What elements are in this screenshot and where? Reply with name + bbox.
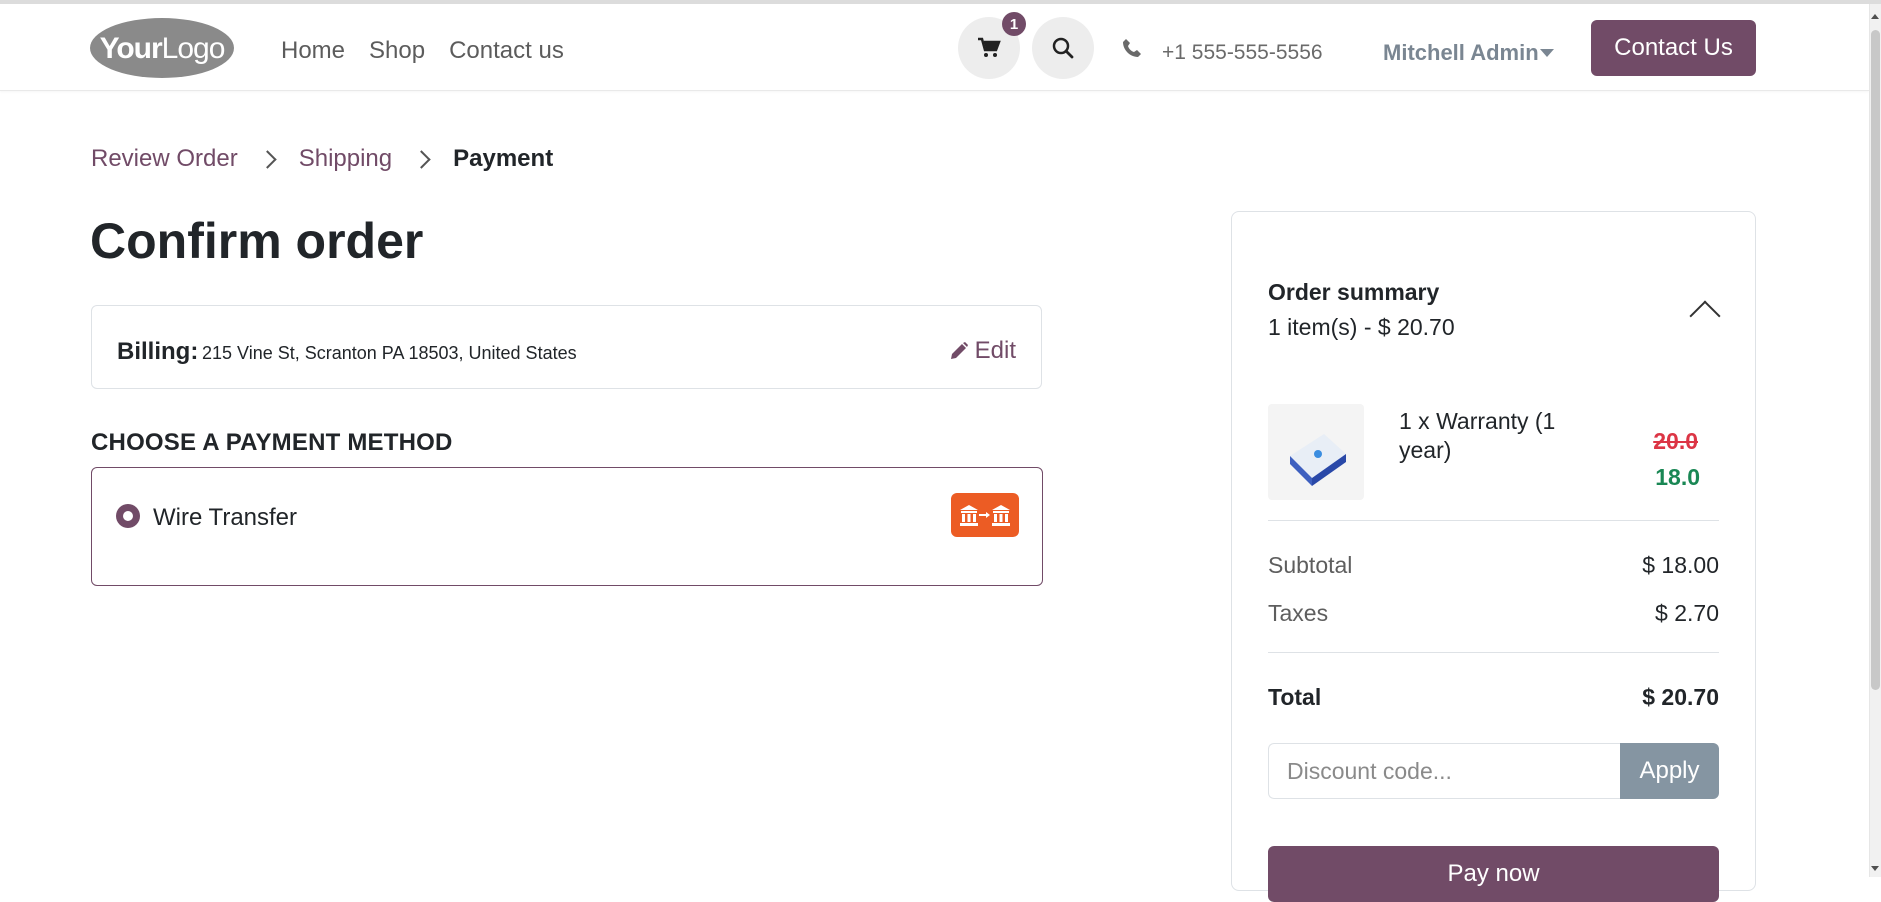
page-title: Confirm order bbox=[90, 213, 424, 269]
pencil-icon bbox=[950, 342, 968, 359]
order-summary-title: Order summary bbox=[1268, 279, 1440, 305]
total-label: Total bbox=[1268, 684, 1322, 710]
checkout-breadcrumb: Review Order Shipping Payment bbox=[91, 145, 553, 173]
nav-home[interactable]: Home bbox=[281, 37, 345, 65]
cart-count-badge: 1 bbox=[1002, 12, 1026, 36]
page-scrollbar[interactable] bbox=[1869, 4, 1881, 877]
billing-address-card: Billing: 215 Vine St, Scranton PA 18503,… bbox=[91, 305, 1042, 389]
edit-billing-link[interactable]: Edit bbox=[949, 337, 1016, 365]
line-item-price: 18.0 bbox=[1655, 464, 1700, 490]
breadcrumb-payment: Payment bbox=[453, 145, 554, 172]
subtotal-value: $ 18.00 bbox=[1642, 552, 1719, 578]
search-button[interactable] bbox=[1032, 17, 1094, 79]
taxes-value: $ 2.70 bbox=[1655, 600, 1719, 626]
subtotal-label: Subtotal bbox=[1268, 552, 1353, 578]
site-logo[interactable]: YourLogo bbox=[90, 18, 234, 78]
phone-number[interactable]: +1 555-555-5556 bbox=[1162, 41, 1323, 65]
payment-radio[interactable] bbox=[116, 504, 140, 528]
cart-icon bbox=[978, 37, 1001, 57]
logo-text: YourLogo bbox=[99, 32, 226, 65]
billing-address: 215 Vine St, Scranton PA 18503, United S… bbox=[202, 343, 577, 363]
discount-code-input[interactable] bbox=[1268, 743, 1621, 799]
search-icon bbox=[1052, 37, 1074, 59]
total-value: $ 20.70 bbox=[1642, 684, 1719, 710]
phone-icon bbox=[1123, 39, 1141, 57]
site-header: YourLogo Home Shop Contact us 1 +1 555-5… bbox=[0, 4, 1869, 91]
chevron-right-icon bbox=[258, 149, 277, 169]
scroll-up-arrow-icon[interactable] bbox=[1871, 14, 1879, 19]
line-item-name: 1 x Warranty (1 year) bbox=[1399, 408, 1556, 463]
summary-divider bbox=[1268, 520, 1719, 521]
scrollbar-thumb[interactable] bbox=[1871, 30, 1880, 690]
apply-discount-button[interactable]: Apply bbox=[1620, 743, 1719, 799]
product-image bbox=[1268, 404, 1364, 500]
payment-method-label: Wire Transfer bbox=[153, 504, 298, 531]
main-nav: Home Shop Contact us bbox=[281, 37, 564, 65]
payment-method-heading: CHOOSE A PAYMENT METHOD bbox=[91, 429, 453, 456]
breadcrumb-review-order[interactable]: Review Order bbox=[91, 145, 238, 173]
edit-label: Edit bbox=[974, 337, 1016, 364]
chevron-right-icon bbox=[412, 149, 431, 169]
order-summary-card: Order summary 1 item(s) - $ 20.70 1 x Wa… bbox=[1231, 211, 1756, 902]
nav-shop[interactable]: Shop bbox=[369, 37, 425, 65]
line-item-old-price: 20.0 bbox=[1653, 428, 1698, 454]
chevron-down-icon[interactable] bbox=[1540, 49, 1554, 57]
billing-label: Billing: bbox=[117, 338, 199, 365]
user-menu[interactable]: Mitchell Admin bbox=[1383, 40, 1539, 66]
breadcrumb-shipping[interactable]: Shipping bbox=[299, 145, 392, 173]
order-summary-count: 1 item(s) - $ 20.70 bbox=[1268, 314, 1455, 340]
header-contact-us-button[interactable]: Contact Us bbox=[1591, 20, 1756, 76]
chevron-up-icon[interactable] bbox=[1689, 300, 1721, 332]
bank-transfer-icon bbox=[951, 493, 1019, 537]
taxes-label: Taxes bbox=[1268, 600, 1329, 626]
scroll-down-arrow-icon[interactable] bbox=[1871, 866, 1879, 871]
summary-divider bbox=[1268, 652, 1719, 653]
pay-now-button[interactable]: Pay now bbox=[1268, 846, 1719, 902]
payment-option-wire-transfer[interactable]: Wire Transfer bbox=[91, 467, 1043, 586]
nav-contact-us[interactable]: Contact us bbox=[449, 37, 564, 65]
